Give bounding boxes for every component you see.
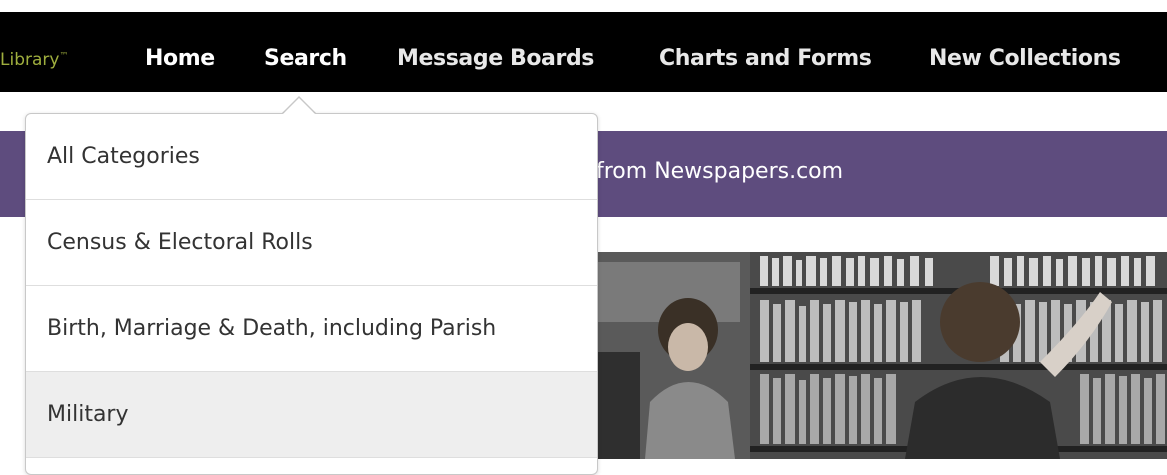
logo-trademark: ™ [59, 51, 69, 62]
dropdown-item-military[interactable]: Military [26, 372, 597, 458]
search-categories-dropdown: All Categories Census & Electoral Rolls … [25, 113, 598, 475]
dropdown-item-birth-marriage-death[interactable]: Birth, Marriage & Death, including Paris… [26, 286, 597, 372]
nav-item-new-collections[interactable]: New Collections [929, 46, 1121, 71]
top-navigation-bar: Library™ Home Search Message Boards Char… [0, 12, 1167, 92]
library-photo [560, 252, 1167, 459]
dropdown-item-all-categories[interactable]: All Categories [26, 114, 597, 200]
nav-item-message-boards[interactable]: Message Boards [397, 46, 594, 71]
site-logo[interactable]: Library™ [0, 50, 68, 70]
dropdown-item-census-electoral-rolls[interactable]: Census & Electoral Rolls [26, 200, 597, 286]
dropdown-pointer-inner [283, 98, 315, 114]
nav-item-search[interactable]: Search [264, 46, 347, 71]
nav-item-charts-and-forms[interactable]: Charts and Forms [659, 46, 872, 71]
library-photo-image [560, 252, 1167, 459]
logo-text: Library [0, 50, 60, 70]
nav-item-home[interactable]: Home [145, 46, 215, 71]
banner-text: from Newspapers.com [596, 159, 844, 184]
top-strip [0, 0, 1167, 12]
